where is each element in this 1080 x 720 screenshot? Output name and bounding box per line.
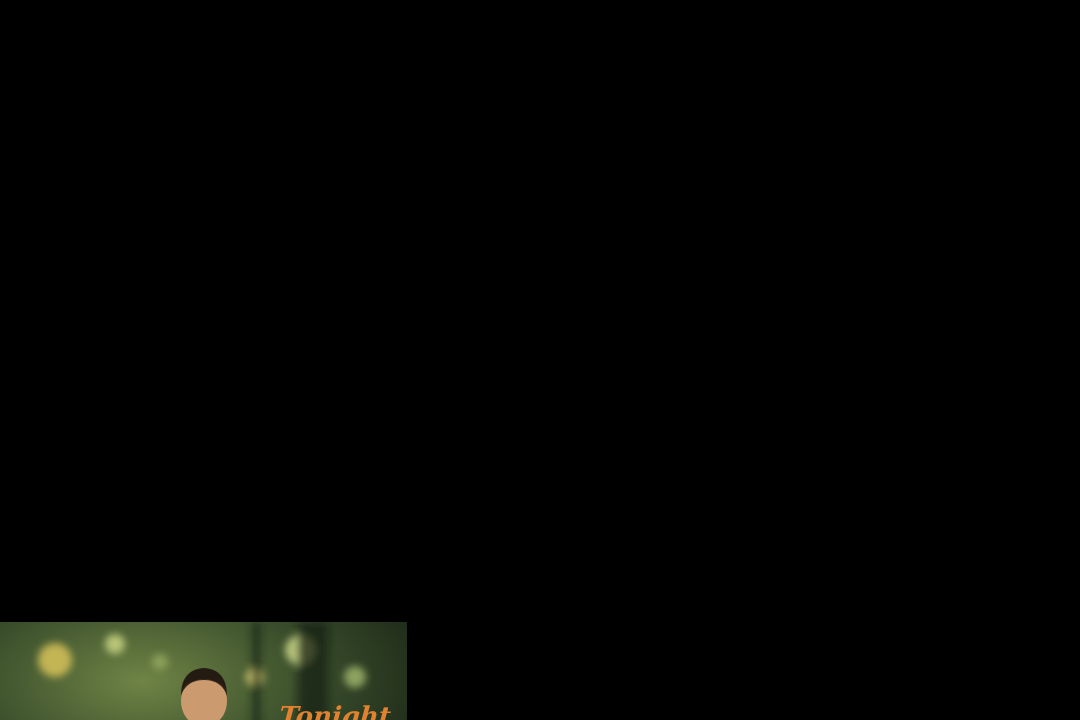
reset-icon[interactable]: ↺: [124, 390, 137, 407]
effect-controls-mini-timeline[interactable]: 00:00 Adjustment Layer: [0, 568, 1080, 604]
reset-icon[interactable]: ↺: [113, 430, 126, 447]
menu-items: Finder File Edit View Go Window Help: [0, 18, 1080, 36]
panel-menu-icon[interactable]: ≡: [225, 604, 234, 621]
effect-row[interactable]: ▼fxMotion↺: [0, 128, 1080, 148]
menu-item[interactable]: Go: [133, 18, 154, 36]
reset-icon[interactable]: ↺: [114, 210, 127, 227]
effect-row[interactable]: ✓Uniform Scale↺: [0, 208, 1080, 228]
adjustment-layer-clip[interactable]: Adjustment Layer: [0, 586, 1080, 604]
chevron-right-icon: ▸: [360, 92, 369, 109]
ellipse-mask-icon: ◯: [0, 310, 18, 327]
workspace-tab[interactable]: Color: [181, 36, 219, 53]
reset-icon[interactable]: ↺: [83, 290, 96, 307]
menu-item[interactable]: Finder: [0, 18, 45, 36]
effect-row[interactable]: ▸HSL Secondary: [0, 528, 1080, 548]
effect-rows: Video Effects ▼fxMotion↺ ◔Position960.0540…: [0, 110, 1080, 568]
macos-menu-bar: ● Finder File Edit View Go Window Help: [0, 0, 1080, 36]
menu-item[interactable]: File: [45, 18, 71, 36]
effect-controls-tabs: Source: (no clips)Lumetri ScopesEffect C…: [0, 72, 1080, 90]
clip-selector[interactable]: Master * Adjustment La... ∨ Tonight (Fin…: [0, 90, 1080, 110]
menu-item[interactable]: View: [99, 18, 133, 36]
monitor: ● Finder File Edit View Go Window Help Learnin…: [0, 0, 1080, 720]
blend-mode-dropdown[interactable]: Normal∨: [85, 350, 148, 367]
workspace-tab[interactable]: Assembly: [62, 36, 131, 53]
reset-icon[interactable]: ↺: [143, 190, 156, 207]
effect-row[interactable]: ▼fxOpacity↺: [0, 288, 1080, 308]
effect-row[interactable]: ▼fxLumetri Color↺: [0, 388, 1080, 408]
reset-icon[interactable]: ↺: [76, 130, 89, 147]
checkbox-checked[interactable]: ✓: [0, 210, 13, 227]
panel-tab[interactable]: Lumetri Scopes: [125, 72, 236, 89]
menu-item[interactable]: Help: [211, 18, 244, 36]
effect-row[interactable]: ◔Opacity100.0 %◂ ◇ ▸↺: [0, 328, 1080, 348]
workspace-tab[interactable]: Audio: [267, 36, 308, 53]
workspace-tab[interactable]: Editing: [132, 36, 181, 53]
effect-row[interactable]: Blend ModeNormal∨: [0, 348, 1080, 368]
workspace-tab[interactable]: Libraries: [372, 36, 433, 53]
panel-tab[interactable]: Audio Clip Mixer: T: [340, 72, 475, 89]
effect-row[interactable]: ▸Vignette: [0, 548, 1080, 568]
program-timecode[interactable]: 00:00:02:05: [8, 0, 93, 18]
reset-icon[interactable]: ↺: [98, 170, 111, 187]
program-title: Program: Tonight (Final Master)≡: [0, 604, 235, 621]
panel-tab[interactable]: Source: (no clips): [0, 72, 125, 89]
panel-tab[interactable]: »: [475, 72, 484, 89]
ellipse-mask-icon: ◯: [0, 410, 18, 427]
reset-icon[interactable]: ↺: [160, 330, 173, 347]
effect-row[interactable]: ▸Basic Correction: [0, 448, 1080, 468]
effect-row[interactable]: ◯□✎: [0, 308, 1080, 328]
effect-row[interactable]: ▸◔Scale100.0↺: [0, 168, 1080, 188]
reset-icon[interactable]: ↺: [100, 230, 113, 247]
workspace-overflow-icon[interactable]: »: [0, 54, 9, 71]
effect-row[interactable]: ▸◔Scale Width100.0↺: [0, 188, 1080, 208]
workspace-tabs: LearningAssemblyEditingColorEffectsAudio…: [0, 36, 1080, 54]
effect-row[interactable]: ▸Color Wheels & Match: [0, 508, 1080, 528]
workspace-tab[interactable]: Learning: [0, 36, 62, 53]
workspace-tab[interactable]: Effects: [219, 36, 268, 53]
reset-icon[interactable]: ↺: [164, 270, 177, 287]
effect-row[interactable]: ◔Position960.0540.0↺: [0, 148, 1080, 168]
effect-row[interactable]: ▸◔Anti-flicker Filter0.00↺: [0, 268, 1080, 288]
menu-item[interactable]: Window: [154, 18, 211, 36]
screen: ● Finder File Edit View Go Window Help Learnin…: [0, 0, 1080, 720]
video-title-overlay: Tonight: [278, 702, 392, 720]
program-video-frame[interactable]: Tonight: [0, 622, 1080, 720]
rect-mask-icon: □: [17, 410, 28, 427]
workspace-tab[interactable]: Graphics: [308, 36, 372, 53]
photo-of-monitor: ● Finder File Edit View Go Window Help Learnin…: [0, 0, 1080, 720]
effect-controls-panel: Source: (no clips)Lumetri ScopesEffect C…: [0, 72, 1080, 604]
effect-row[interactable]: ◔Anchor Point960.0540.0↺: [0, 248, 1080, 268]
effect-row[interactable]: ▸Creative: [0, 468, 1080, 488]
pen-mask-icon: ✎: [27, 410, 41, 427]
master-clip-label[interactable]: Master * Adjustment La...: [0, 92, 179, 109]
effect-row[interactable]: ▸◔Rotation0.0↺: [0, 228, 1080, 248]
effect-row[interactable]: Video Effects: [0, 110, 1080, 128]
mini-timeline-ruler[interactable]: 00:00: [0, 568, 1080, 586]
pen-mask-icon: ✎: [27, 310, 41, 327]
reset-icon[interactable]: ↺: [147, 150, 160, 167]
panel-tab[interactable]: Effect Controls: [236, 72, 341, 89]
rect-mask-icon: □: [17, 310, 28, 327]
chevron-down-icon: ∨: [183, 92, 195, 109]
effect-row[interactable]: ▸Curves: [0, 488, 1080, 508]
selected-clip-label[interactable]: Tonight (Final Maste...: [199, 92, 356, 109]
reset-icon[interactable]: ↺: [181, 250, 194, 267]
effect-row[interactable]: High Dynamic...↺: [0, 428, 1080, 448]
program-monitor-panel: Program: Tonight (Final Master)≡ Tonight…: [0, 0, 1080, 720]
effect-row[interactable]: ▸◷Time Remapping: [0, 368, 1080, 388]
effect-row[interactable]: ◯□✎: [0, 408, 1080, 428]
menu-item[interactable]: Edit: [71, 18, 99, 36]
